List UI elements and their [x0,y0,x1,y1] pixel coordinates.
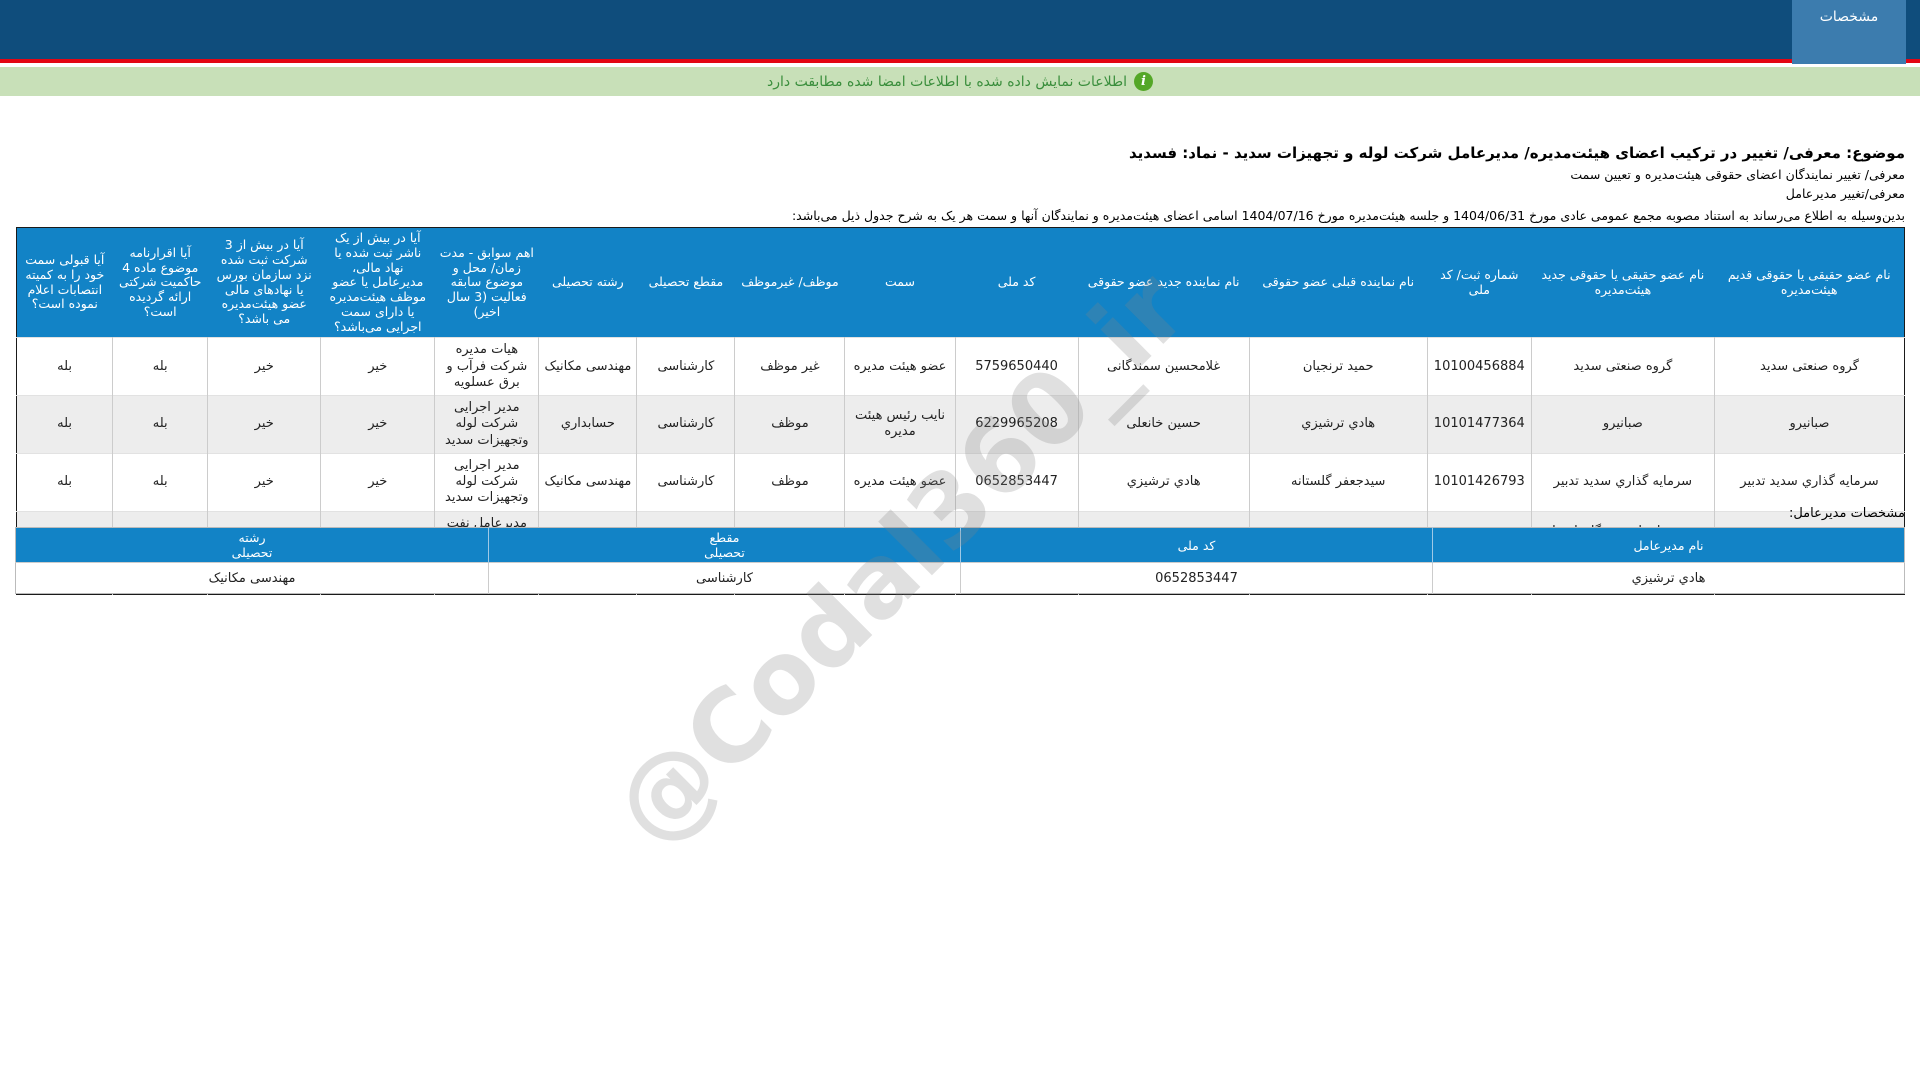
board-table-cell: مهندسی مکانیک [539,338,637,396]
tab-specifications-label: مشخصات [1820,9,1879,25]
board-table-cell: مهندسی مکانیک [539,453,637,511]
board-table-cell: کارشناسی [637,338,735,396]
board-table-cell: سرمایه گذاري سدید تدبیر [1714,453,1904,511]
ceo-table-cell: مهندسی مکانیک [16,563,489,594]
board-table-cell: خیر [321,338,435,396]
board-table-cell: خیر [321,453,435,511]
board-table-row: سرمایه گذاري سدید تدبیرسرمایه گذاري سدید… [17,453,1905,511]
board-table-cell: عضو هیئت مدیره [845,338,955,396]
red-divider-line [0,59,1920,63]
board-table-cell: سرمایه گذاري سدید تدبیر [1531,453,1714,511]
board-table-cell: گروه صنعتی سدید [1531,338,1714,396]
subtitle-ceo-change: معرفی/تغییر مدیرعامل [15,186,1905,201]
board-table-cell: حسابداري [539,396,637,454]
tab-specifications[interactable]: مشخصات [1792,0,1906,64]
board-table-cell: مدیر اجرایی شرکت لوله وتجهیزات سدید [435,396,539,454]
subtitle-representatives: معرفی/ تغییر نمایندگان اعضای حقوقی هیئت‌… [15,167,1905,182]
board-table-cell: بله [17,396,113,454]
board-table-cell: خیر [208,396,321,454]
board-table-cell: صبانیرو [1531,396,1714,454]
board-table-cell: حسین خانعلی [1078,396,1249,454]
board-table-cell: سیدجعفر گلستانه [1249,453,1427,511]
board-table-cell: بله [113,453,208,511]
board-table-header-row: نام عضو حقیقی یا حقوقی قدیم هیئت‌مدیرهنا… [17,228,1905,338]
board-table-cell: 0652853447 [955,453,1078,511]
board-column-header: شماره ثبت/ کد ملی [1427,228,1531,338]
ceo-column-header: مقطع تحصیلی [489,528,961,563]
ceo-table-cell: کارشناسی [489,563,961,594]
board-column-header: آیا در بیش از یک ناشر ثبت شده یا نهاد ما… [321,228,435,338]
board-table-cell: بله [113,338,208,396]
board-table-cell: عضو هیئت مدیره [845,453,955,511]
ceo-section-label: مشخصات مدیرعامل: [1789,506,1905,521]
ceo-table-row: هادي ترشیزي0652853447کارشناسیمهندسی مکان… [16,563,1905,594]
board-table-cell: خیر [208,453,321,511]
ceo-table-cell: 0652853447 [961,563,1433,594]
ceo-column-header: نام مدیرعامل [1433,528,1905,563]
board-table-cell: بله [17,338,113,396]
notice-message: اطلاعات نمایش داده شده با اطلاعات امضا ش… [767,74,1127,90]
board-table-cell: خیر [321,396,435,454]
ceo-column-header: کد ملی [961,528,1433,563]
board-column-header: نام عضو حقیقی یا حقوقی قدیم هیئت‌مدیره [1714,228,1904,338]
board-column-header: موظف/ غیرموظف [735,228,845,338]
board-column-header: کد ملی [955,228,1078,338]
board-column-header: آیا قبولی سمت خود را به کمیته انتصابات ا… [17,228,113,338]
board-table-cell: مدیر اجرایی شرکت لوله وتجهیزات سدید [435,453,539,511]
codal-disclosure-page: { "tab": { "label": "مشخصات" }, "notice"… [0,0,1920,1080]
ceo-table-header-row: نام مدیرعاملکد ملیمقطع تحصیلیرشته تحصیلی [16,528,1905,563]
board-table-cell: هادي ترشیزي [1078,453,1249,511]
disclosure-headlines: موضوع: معرفی/ تغییر در ترکیب اعضای هیئت‌… [15,144,1905,223]
board-column-header: رشته تحصیلی [539,228,637,338]
board-table-cell: بله [113,396,208,454]
board-column-header: اهم سوابق - مدت زمان/ محل و موضوع سابقه … [435,228,539,338]
signature-match-notice: i اطلاعات نمایش داده شده با اطلاعات امضا… [0,67,1920,96]
ceo-details-table: نام مدیرعاملکد ملیمقطع تحصیلیرشته تحصیلی… [15,527,1905,594]
board-table-cell: حمید ترنجیان [1249,338,1427,396]
board-table-cell: هیات مدیره شرکت فرآب و برق عسلویه [435,338,539,396]
board-column-header: آیا اقرارنامه موضوع ماده 4 حاکمیت شرکتی … [113,228,208,338]
page-title: موضوع: معرفی/ تغییر در ترکیب اعضای هیئت‌… [15,144,1905,162]
board-table-cell: گروه صنعتی سدید [1714,338,1904,396]
board-column-header: سمت [845,228,955,338]
board-column-header: نام نماینده قبلی عضو حقوقی [1249,228,1427,338]
ceo-table-cell: هادي ترشیزي [1433,563,1905,594]
board-table-cell: صبانیرو [1714,396,1904,454]
top-navigation-bar [0,0,1920,59]
board-column-header: آیا در بیش از 3 شرکت ثبت شده نزد سازمان … [208,228,321,338]
disclosure-description: بدین‌وسیله به اطلاع می‌رساند به استناد م… [15,208,1905,223]
board-table-row: صبانیروصبانیرو10101477364هادي ترشیزيحسین… [17,396,1905,454]
board-column-header: نام عضو حقیقی یا حقوقی جدید هیئت‌مدیره [1531,228,1714,338]
board-table-cell: بله [17,453,113,511]
info-icon: i [1134,72,1153,91]
board-column-header: مقطع تحصیلی [637,228,735,338]
board-table-cell: کارشناسی [637,453,735,511]
board-table-cell: 10101426793 [1427,453,1531,511]
ceo-column-header: رشته تحصیلی [16,528,489,563]
board-table-cell: هادي ترشیزي [1249,396,1427,454]
board-table-cell: 5759650440 [955,338,1078,396]
board-table-cell: غلامحسین سمندگانی [1078,338,1249,396]
board-table-cell: 10100456884 [1427,338,1531,396]
board-table-cell: کارشناسی [637,396,735,454]
board-table-cell: موظف [735,396,845,454]
board-column-header: نام نماینده جدید عضو حقوقی [1078,228,1249,338]
board-table-cell: نایب رئیس هیئت مدیره [845,396,955,454]
board-table-cell: غیر موظف [735,338,845,396]
board-table-cell: خیر [208,338,321,396]
board-table-cell: 10101477364 [1427,396,1531,454]
board-table-cell: 6229965208 [955,396,1078,454]
board-table-cell: موظف [735,453,845,511]
board-table-row: گروه صنعتی سدیدگروه صنعتی سدید1010045688… [17,338,1905,396]
